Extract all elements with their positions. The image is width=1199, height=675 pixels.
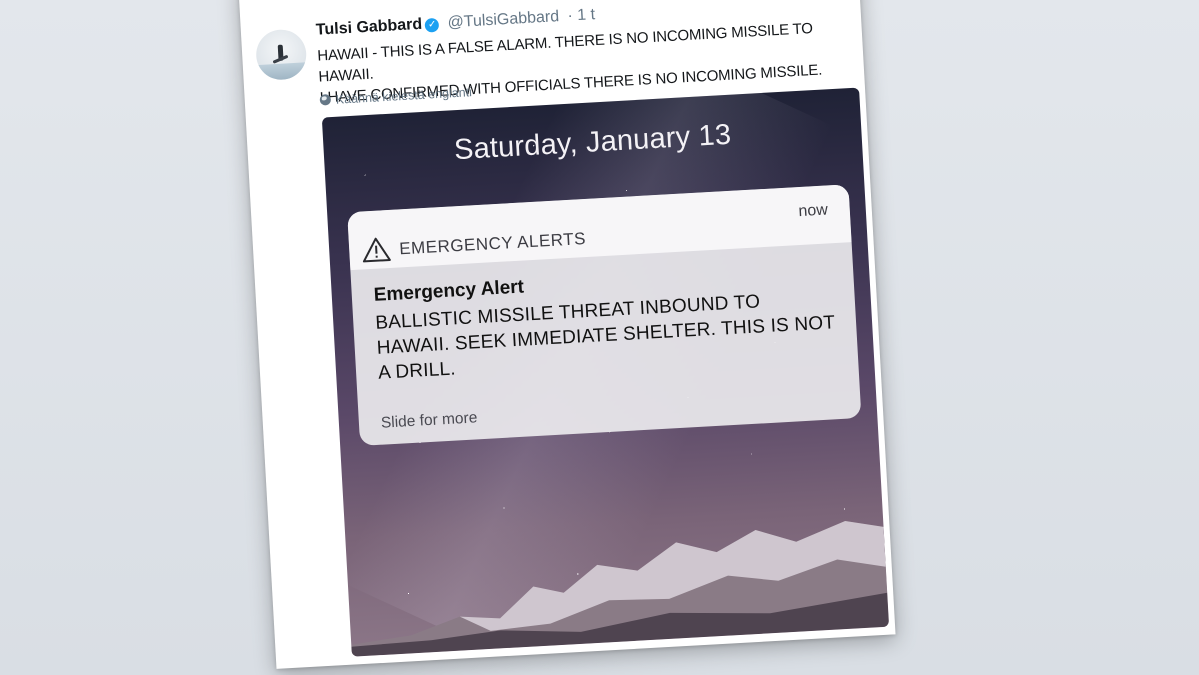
avatar-sea: [256, 62, 308, 82]
tweet-card[interactable]: Tulsi Gabbard ✓ @TulsiGabbard · 1 t HAWAI…: [238, 0, 896, 669]
author-handle[interactable]: @TulsiGabbard: [447, 8, 559, 31]
warning-triangle-icon: [362, 237, 391, 263]
notification-app-name: EMERGENCY ALERTS: [398, 229, 587, 259]
globe-icon: [319, 94, 332, 106]
emergency-notification[interactable]: EMERGENCY ALERTS now Emergency Alert BAL…: [347, 184, 862, 446]
notification-slide-hint: Slide for more: [380, 409, 478, 432]
notification-title: Emergency Alert: [373, 276, 525, 306]
avatar[interactable]: [254, 28, 308, 82]
tweet-time[interactable]: · 1 t: [567, 6, 595, 25]
author-name[interactable]: Tulsi Gabbard: [315, 16, 422, 39]
tweet-photo[interactable]: Saturday, January 13 EMERGENCY ALERTS no…: [321, 87, 890, 657]
notification-time: now: [797, 201, 829, 221]
verified-badge-icon: ✓: [424, 17, 440, 33]
